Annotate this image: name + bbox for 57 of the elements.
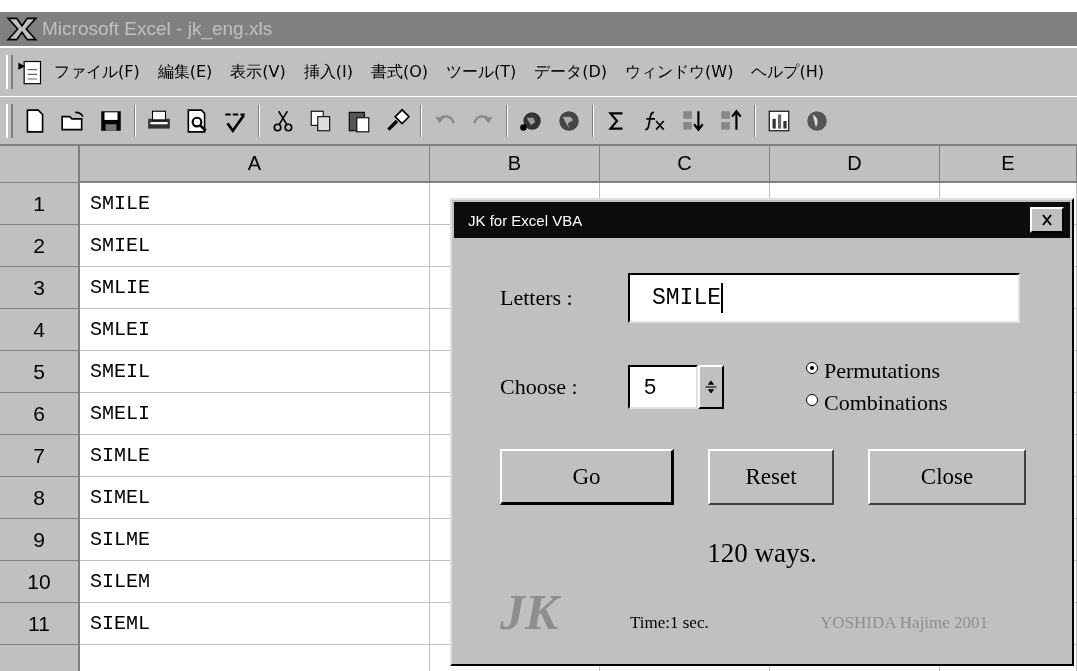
row-header[interactable]: 9	[0, 519, 80, 561]
close-button[interactable]	[1030, 207, 1064, 233]
dialog-button[interactable]: Go	[500, 449, 674, 505]
table-cell: SILEM	[80, 561, 430, 603]
radio-option[interactable]: Combinations	[806, 390, 948, 416]
result-text: 120 ways.	[706, 538, 818, 569]
letters-input-field[interactable]: SMILE	[628, 273, 1020, 323]
table-cell: SMLIE	[80, 267, 430, 309]
menu-item[interactable]: 表示(V)	[230, 61, 286, 83]
menu-item[interactable]: ツール(T)	[446, 61, 517, 83]
menu-item[interactable]: 挿入(I)	[303, 61, 353, 83]
menu-item[interactable]: 編集(E)	[157, 61, 213, 83]
dialog-title: JK for Excel VBA	[468, 211, 583, 229]
column-header[interactable]: A	[80, 146, 430, 183]
row-header[interactable]: 8	[0, 477, 80, 519]
close-icon	[1040, 214, 1054, 226]
row-header[interactable]: 11	[0, 603, 80, 645]
menu-item[interactable]: 書式(O)	[370, 61, 428, 83]
row-header[interactable]: 1	[0, 183, 80, 225]
dialog-button[interactable]: Close	[868, 449, 1026, 505]
row-header[interactable]: 6	[0, 393, 80, 435]
row-header[interactable]: 3	[0, 267, 80, 309]
menu-item[interactable]: ヘルプ(H)	[751, 61, 824, 83]
row-header[interactable]: 7	[0, 435, 80, 477]
document-icon[interactable]	[16, 58, 44, 86]
table-cell: SMELI	[80, 393, 430, 435]
radio-option[interactable]: Permutations	[806, 358, 948, 384]
row-header[interactable]: 2	[0, 225, 80, 267]
menu-item[interactable]: データ(D)	[534, 61, 608, 83]
row-header[interactable]: 5	[0, 351, 80, 393]
choose-label: Choose :	[500, 374, 579, 400]
table-cell: SIMEL	[80, 477, 430, 519]
toolbar-grip[interactable]	[6, 103, 13, 138]
column-header[interactable]: D	[770, 146, 940, 183]
window-title: Microsoft Excel - jk_eng.xls	[42, 18, 273, 40]
table-cell: SMEIL	[80, 351, 430, 393]
row-header[interactable]: 4	[0, 309, 80, 351]
menu-bar-grip[interactable]	[6, 55, 13, 89]
table-cell: SMIEL	[80, 225, 430, 267]
excel-logo-icon	[6, 16, 38, 42]
column-header[interactable]: B	[430, 146, 600, 183]
table-cell: SIMLE	[80, 435, 430, 477]
letters-label: Letters :	[500, 285, 574, 311]
table-cell: SMILE	[80, 183, 430, 225]
time-text: Time:1 sec.	[630, 613, 710, 634]
menu-item[interactable]: ファイル(F)	[54, 61, 140, 83]
dialog-button[interactable]: Reset	[708, 449, 834, 505]
spin-button[interactable]	[698, 365, 724, 409]
choose-input-field[interactable]: 5	[628, 365, 698, 409]
menu-item[interactable]: ウィンドウ(W)	[625, 61, 734, 83]
column-header[interactable]: C	[600, 146, 770, 183]
format-painter-icon[interactable]	[384, 107, 410, 134]
table-cell: SIEML	[80, 603, 430, 645]
table-cell: SMLEI	[80, 309, 430, 351]
column-header[interactable]: E	[940, 146, 1077, 183]
row-header[interactable]: 10	[0, 561, 80, 603]
table-cell: SILME	[80, 519, 430, 561]
